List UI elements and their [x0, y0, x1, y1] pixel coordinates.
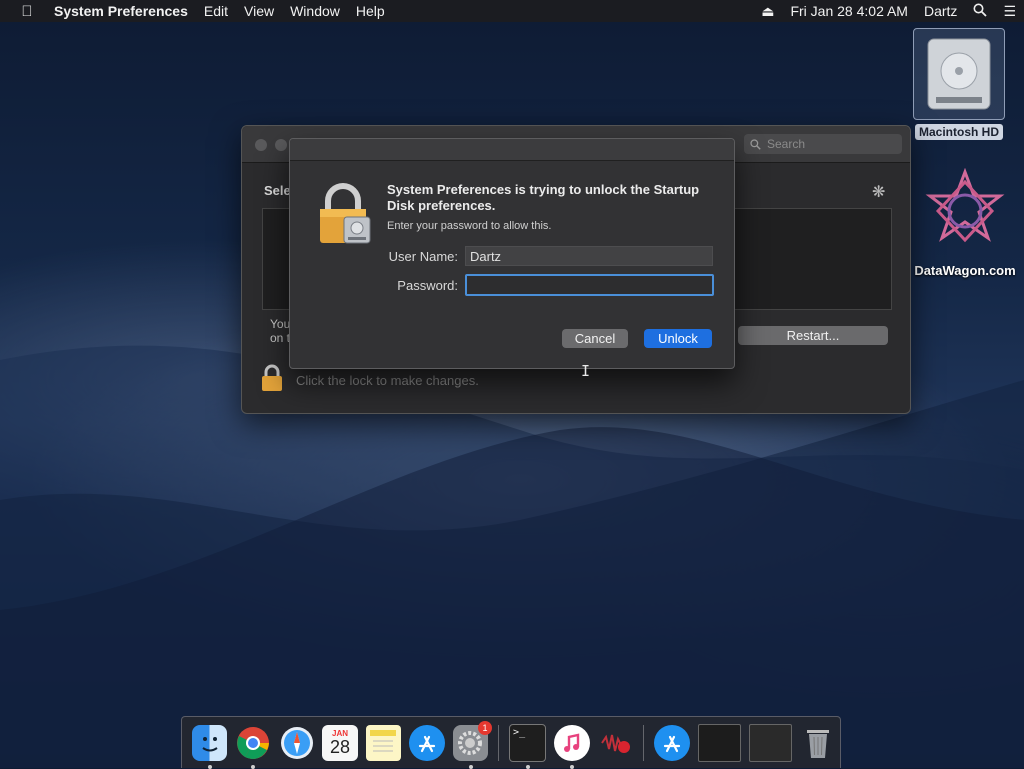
dock-system-preferences[interactable]: 1 [452, 720, 493, 769]
dock-chrome[interactable] [235, 725, 270, 769]
safari-icon [280, 726, 313, 759]
search-placeholder: Search [767, 137, 806, 151]
close-window-button[interactable] [255, 139, 267, 151]
datawagon-logo-icon [925, 167, 1005, 243]
menu-window[interactable]: Window [282, 3, 348, 19]
dialog-title: System Preferences is trying to unlock t… [387, 182, 700, 213]
eject-icon[interactable]: ⏏ [753, 3, 782, 20]
calendar-day: 28 [330, 737, 351, 757]
lock-hint-text: Click the lock to make changes. [296, 373, 479, 388]
search-field[interactable]: Search [744, 134, 902, 154]
dock-trash[interactable] [800, 725, 835, 761]
dock-minimized-window-1[interactable] [697, 723, 742, 762]
dock-minimized-window-2[interactable] [749, 723, 793, 762]
desktop-icon-macintosh-hd[interactable]: Macintosh HD [912, 28, 1006, 140]
notes-icon [370, 729, 397, 751]
notification-badge: 1 [478, 720, 493, 735]
restart-button[interactable]: Restart... [738, 326, 888, 345]
apple-icon[interactable]:  [0, 3, 54, 20]
app-store-download-icon [663, 735, 681, 752]
spotlight-search-icon[interactable] [965, 3, 995, 20]
waveform-icon [600, 734, 630, 753]
menu-edit[interactable]: Edit [196, 3, 236, 19]
hard-drive-icon [913, 28, 1005, 120]
menu-extras: ⏏ Fri Jan 28 4:02 AM Dartz ☰ [753, 3, 1024, 20]
menu-user[interactable]: Dartz [916, 3, 965, 19]
dock-audio-app[interactable] [598, 725, 633, 761]
dock-finder[interactable] [192, 724, 228, 769]
menu-clock[interactable]: Fri Jan 28 4:02 AM [782, 3, 916, 19]
dock-terminal[interactable]: >_ [509, 723, 547, 769]
desktop-icon-label: Macintosh HD [914, 124, 1003, 140]
dock-notes[interactable] [365, 724, 402, 761]
menu-help[interactable]: Help [348, 3, 393, 19]
dock: JAN 28 1 >_ [181, 716, 841, 769]
itunes-icon [564, 733, 580, 752]
terminal-prompt: >_ [513, 726, 526, 738]
dock-safari[interactable] [279, 725, 314, 761]
text-cursor-icon: I [581, 362, 591, 380]
lock-drive-icon [318, 183, 372, 250]
username-label: User Name: [388, 249, 458, 264]
dialog-titlebar [290, 139, 734, 161]
dock-calendar[interactable]: JAN 28 [322, 724, 358, 761]
dock-downloads-stack[interactable] [654, 724, 690, 761]
loading-spinner-icon: ❋ [872, 184, 886, 201]
dock-separator [498, 724, 500, 761]
notification-center-icon[interactable]: ☰ [995, 3, 1024, 20]
unlock-button[interactable]: Unlock [644, 329, 712, 348]
menu-app-name[interactable]: System Preferences [54, 3, 196, 19]
dock-app-store[interactable] [409, 724, 445, 761]
window-heading: Sele [264, 183, 291, 198]
app-store-icon [418, 735, 436, 752]
cancel-button[interactable]: Cancel [562, 329, 628, 348]
unlock-dialog: System Preferences is trying to unlock t… [289, 138, 735, 369]
desktop-icon-datawagon[interactable]: DataWagon.com [906, 167, 1024, 278]
chrome-icon [237, 726, 270, 759]
search-icon [750, 138, 761, 150]
username-field[interactable]: Dartz [465, 246, 713, 266]
password-field[interactable] [465, 274, 714, 296]
dialog-subtitle: Enter your password to allow this. [387, 220, 552, 232]
finder-icon [202, 736, 218, 751]
trash-icon [807, 729, 830, 758]
menu-view[interactable]: View [236, 3, 282, 19]
password-label: Password: [397, 278, 458, 293]
dock-itunes[interactable] [554, 724, 590, 769]
menu-bar:  System Preferences Edit View Window He… [0, 0, 1024, 22]
username-value: Dartz [470, 248, 502, 264]
dock-separator [643, 724, 645, 761]
minimize-window-button[interactable] [275, 139, 287, 151]
lock-icon[interactable] [260, 364, 284, 397]
desktop-icon-label: DataWagon.com [914, 263, 1016, 278]
